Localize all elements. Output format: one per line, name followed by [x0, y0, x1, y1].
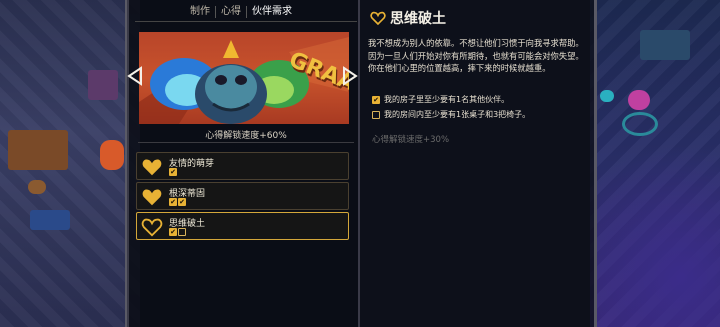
item-checks: ✔ [169, 168, 177, 176]
heart-icon [142, 159, 162, 176]
check-icon: ✔ [169, 168, 177, 176]
list-item[interactable]: 友情的萌芽 ✔ [136, 152, 349, 180]
tab-underline [135, 21, 357, 22]
next-arrow-button[interactable] [342, 66, 358, 91]
empty-checkbox-icon [178, 228, 186, 236]
requirement-text: 我的房子里至少要有1名其他伙伴。 [384, 95, 510, 104]
npc-character-right [628, 90, 650, 110]
item-checks: ✔ ✔ [169, 198, 186, 206]
item-checks: ✔ [169, 228, 186, 236]
requirement-row: ✔ 我的房子里至少要有1名其他伙伴。 [372, 94, 509, 105]
tab-bar: 制作 心得 伙伴需求 [185, 6, 297, 18]
bonus-text: 心得解锁速度+30% [372, 135, 450, 145]
tab-insights[interactable]: 心得 [216, 6, 247, 18]
detail-description: 我不想成为别人的依靠。不想让他们习惯于向我寻求帮助。因为一旦人们开始对你有所期待… [368, 38, 584, 73]
caption-divider [138, 142, 354, 143]
shelf [88, 70, 118, 100]
list-item[interactable]: 根深蒂固 ✔ ✔ [136, 182, 349, 210]
triangle-right-icon [343, 66, 358, 86]
requirement-text: 我的房间内至少要有1张桌子和3把椅子。 [384, 110, 531, 119]
heart-icon [142, 189, 162, 206]
list-item-selected[interactable]: 思维破土 ✔ [136, 212, 349, 240]
check-icon: ✔ [372, 95, 380, 104]
stool [28, 180, 46, 194]
npc-character [100, 140, 124, 170]
rug [30, 210, 70, 230]
prev-arrow-button[interactable] [127, 66, 143, 91]
check-icon: ✔ [169, 198, 177, 206]
triangle-left-icon [127, 66, 142, 86]
heart-outline-icon [370, 11, 386, 26]
requirement-row: 我的房间内至少要有1张桌子和3把椅子。 [372, 109, 530, 120]
tab-crafting[interactable]: 制作 [185, 6, 216, 18]
tab-companion-needs[interactable]: 伙伴需求 [247, 6, 297, 18]
frame-divider-right [594, 0, 597, 327]
detail-title: 思维破土 [390, 11, 446, 27]
check-icon: ✔ [169, 228, 177, 236]
table [640, 30, 690, 60]
desk [8, 130, 68, 170]
character-banner: GRAAL [139, 32, 349, 124]
check-icon: ✔ [178, 198, 186, 206]
empty-checkbox-icon [372, 110, 380, 119]
unlock-speed-caption: 心得解锁速度+60% [205, 131, 287, 141]
stool-blue [600, 90, 614, 102]
heart-outline-icon [141, 218, 163, 237]
plant-ring [622, 112, 658, 136]
